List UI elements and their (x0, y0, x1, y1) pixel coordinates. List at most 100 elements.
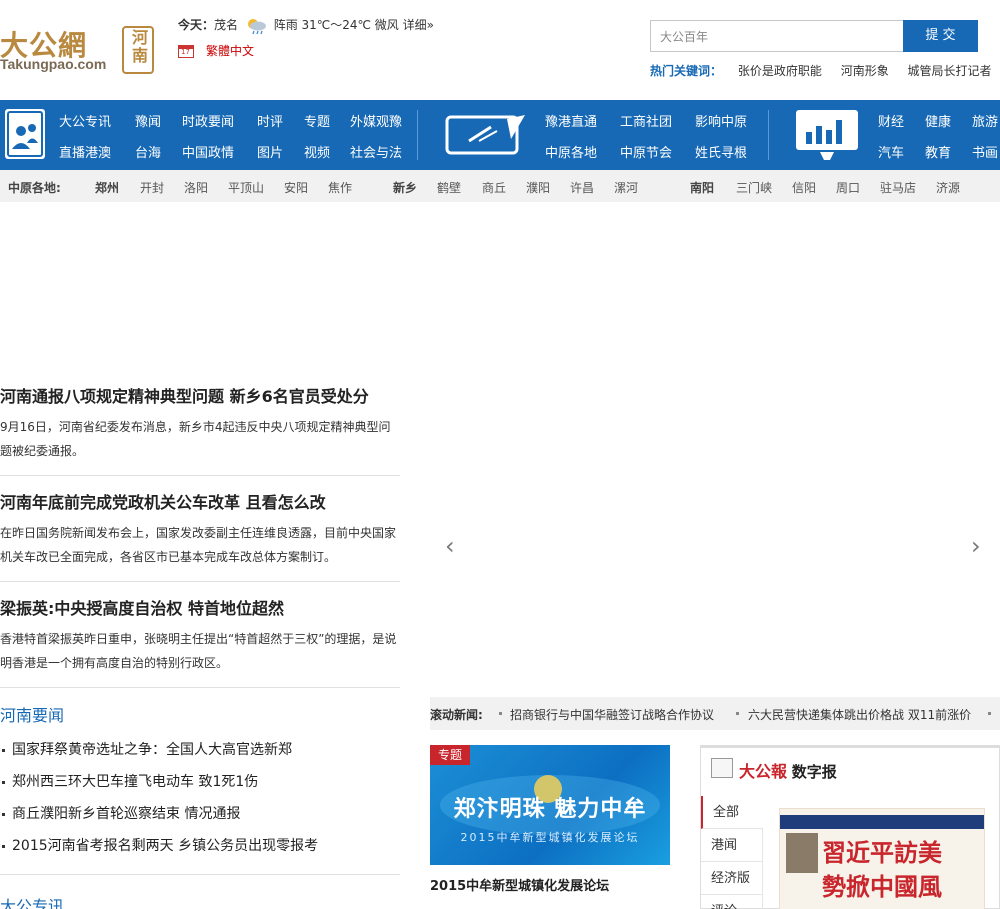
region-label: 中原各地: (8, 181, 61, 195)
nav-link[interactable]: 专题 (304, 111, 330, 130)
special-main-title: 郑汴明珠 魅力中牟 (453, 797, 647, 822)
weather-city[interactable]: 茂名 (214, 18, 238, 32)
dagongbao-logo: 大公報 (739, 762, 788, 781)
special-caption[interactable]: 2015中牟新型城镇化发展论坛 (430, 875, 609, 894)
region-link[interactable]: 济源 (936, 179, 960, 196)
search-submit-button[interactable]: 提 交 (903, 20, 978, 52)
site-logo[interactable]: 大公網 Takungpao.com 河南 (0, 24, 160, 78)
tab-commentary[interactable]: 评论 (701, 895, 763, 909)
slider-prev-arrow[interactable]: ‹ (445, 532, 455, 560)
digital-paper-title: 数字报 (791, 763, 837, 781)
nav-link[interactable]: 直播港澳 (59, 142, 111, 161)
headline-title[interactable]: 河南年底前完成党政机关公车改革 且看怎么改 (0, 489, 400, 513)
divider (0, 687, 400, 688)
region-link[interactable]: 商丘 (482, 179, 506, 196)
special-subtitle: 2015中牟新型城镇化发展论坛 (460, 831, 640, 844)
traditional-chinese-label: 繁體中文 (206, 44, 255, 58)
list-item[interactable]: 国家拜祭黄帝选址之争：全国人大高官选新郑 (0, 740, 400, 772)
region-link[interactable]: 洛阳 (184, 179, 208, 196)
hot-keyword[interactable]: 张价是政府职能 (738, 64, 822, 78)
region-link[interactable]: 许昌 (570, 179, 594, 196)
nav-link[interactable]: 时政要闻 (182, 111, 234, 130)
nav-link[interactable]: 豫港直通 (545, 111, 597, 130)
region-link[interactable]: 濮阳 (526, 179, 550, 196)
nav-link[interactable]: 图片 (257, 142, 283, 161)
region-link[interactable]: 鹤壁 (437, 179, 461, 196)
region-link[interactable]: 焦作 (328, 179, 352, 196)
special-topic-banner[interactable]: 专题 郑汴明珠 魅力中牟 2015中牟新型城镇化发展论坛 (430, 745, 670, 865)
slider-next-arrow[interactable]: › (971, 532, 981, 560)
nav-link[interactable]: 健康 (925, 111, 951, 130)
digital-paper-header: 大公報 数字报 (711, 758, 837, 782)
list-item[interactable]: 2015河南省考报名剩两天 乡镇公务员出现零报考 (0, 836, 400, 868)
region-link[interactable]: 安阳 (284, 179, 308, 196)
site-header: 大公網 Takungpao.com 河南 今天：茂名 阵雨 31℃～24℃ 微风… (0, 0, 1000, 100)
hot-keyword[interactable]: 河南形象 (841, 64, 889, 78)
dagong-section-title[interactable]: 大公专讯 (0, 893, 64, 909)
nav-link[interactable]: 姓氏寻根 (695, 142, 747, 161)
calendar-icon (178, 45, 194, 58)
search-input[interactable]: 大公百年 (650, 20, 904, 52)
nav-link[interactable]: 大公专讯 (59, 111, 111, 130)
nav-link[interactable]: 外媒观豫 (350, 111, 402, 130)
weather-more-link[interactable]: 详细» (403, 18, 434, 32)
nav-link[interactable]: 教育 (925, 142, 951, 161)
newspaper-cover[interactable]: 習近平訪美 勢掀中國風 (779, 808, 985, 909)
region-link[interactable]: 信阳 (792, 179, 816, 196)
headline-title[interactable]: 梁振英:中央授高度自治权 特首地位超然 (0, 595, 400, 619)
special-tag: 专题 (430, 745, 470, 765)
nav-link[interactable]: 影响中原 (695, 111, 747, 130)
headline-desc: 9月16日，河南省纪委发布消息，新乡市4起违反中央八项规定精神典型问题被纪委通报… (0, 420, 391, 458)
nav-link[interactable]: 书画 (972, 142, 998, 161)
list-item[interactable]: 郑州西三环大巴车撞飞电动车 致1死1伤 (0, 772, 400, 804)
region-link[interactable]: 开封 (140, 179, 164, 196)
list-item[interactable]: 商丘濮阳新乡首轮巡察结束 情况通报 (0, 804, 400, 836)
headline-desc: 在昨日国务院新闻发布会上，国家发改委副主任连维良透露，目前中央国家机关车改已全面… (0, 526, 397, 564)
divider (0, 874, 400, 875)
tab-hk-news[interactable]: 港闻 (701, 829, 763, 862)
logo-region-seal: 河南 (122, 26, 154, 74)
tab-all[interactable]: 全部 (701, 796, 763, 829)
nav-link[interactable]: 中国政情 (182, 142, 234, 161)
region-link[interactable]: 周口 (836, 179, 860, 196)
bullet-icon (736, 712, 739, 715)
region-bar: 中原各地: 郑州 开封 洛阳 平顶山 安阳 焦作 新乡 鹤壁 商丘 濮阳 许昌 漯河 南阳 三门峡 信阳 周口… (0, 170, 1000, 202)
region-link[interactable]: 平顶山 (228, 179, 264, 196)
nav-link[interactable]: 社会与法 (350, 142, 402, 161)
traditional-chinese-link[interactable]: 繁體中文 (178, 42, 254, 59)
nav-link[interactable]: 工商社团 (620, 111, 672, 130)
region-link[interactable]: 驻马店 (880, 179, 916, 196)
headline-item[interactable]: 河南年底前完成党政机关公车改革 且看怎么改 在昨日国务院新闻发布会上，国家发改委… (0, 489, 400, 569)
nav-link[interactable]: 视频 (304, 142, 330, 161)
nav-link[interactable]: 中原节会 (620, 142, 672, 161)
region-link[interactable]: 新乡 (393, 179, 417, 196)
headline-item[interactable]: 梁振英:中央授高度自治权 特首地位超然 香港特首梁振英昨日重申，张晓明主任提出“… (0, 595, 400, 675)
digital-paper-tabs: 全部 港闻 经济版 评论 (701, 796, 763, 909)
logo-region-text: 河南 (129, 29, 148, 65)
nav-link[interactable]: 汽车 (878, 142, 904, 161)
ticker-item[interactable]: 六大民营快递集体跳出价格战 双11前涨价 (748, 706, 971, 723)
cover-band (780, 815, 984, 829)
hot-keyword[interactable]: 城管局长打记者 (908, 64, 992, 78)
headline-desc: 香港特首梁振英昨日重申，张晓明主任提出“特首超然于三权”的理据，是说明香港是一个… (0, 632, 397, 670)
newspaper-icon (711, 758, 733, 778)
logo-english: Takungpao.com (0, 56, 107, 72)
tablet-pen-icon (445, 115, 525, 155)
region-link[interactable]: 漯河 (614, 179, 638, 196)
headline-title[interactable]: 河南通报八项规定精神典型问题 新乡6名官员受处分 (0, 383, 400, 407)
nav-link[interactable]: 豫闻 (135, 111, 161, 130)
henan-news-title[interactable]: 河南要闻 (0, 702, 64, 726)
region-link[interactable]: 南阳 (690, 179, 714, 196)
region-link[interactable]: 郑州 (95, 179, 119, 196)
ticker-item[interactable]: 招商银行与中国华融签订战略合作协议 (510, 706, 714, 723)
nav-link[interactable]: 台海 (135, 142, 161, 161)
cover-headline-2: 勢掀中國風 (822, 872, 942, 901)
nav-link[interactable]: 中原各地 (545, 142, 597, 161)
nav-link[interactable]: 旅游 (972, 111, 998, 130)
bullet-icon (988, 712, 991, 715)
headline-item[interactable]: 河南通报八项规定精神典型问题 新乡6名官员受处分 9月16日，河南省纪委发布消息… (0, 383, 400, 463)
nav-link[interactable]: 时评 (257, 111, 283, 130)
tab-economy[interactable]: 经济版 (701, 862, 763, 895)
nav-link[interactable]: 财经 (878, 111, 904, 130)
region-link[interactable]: 三门峡 (736, 179, 772, 196)
